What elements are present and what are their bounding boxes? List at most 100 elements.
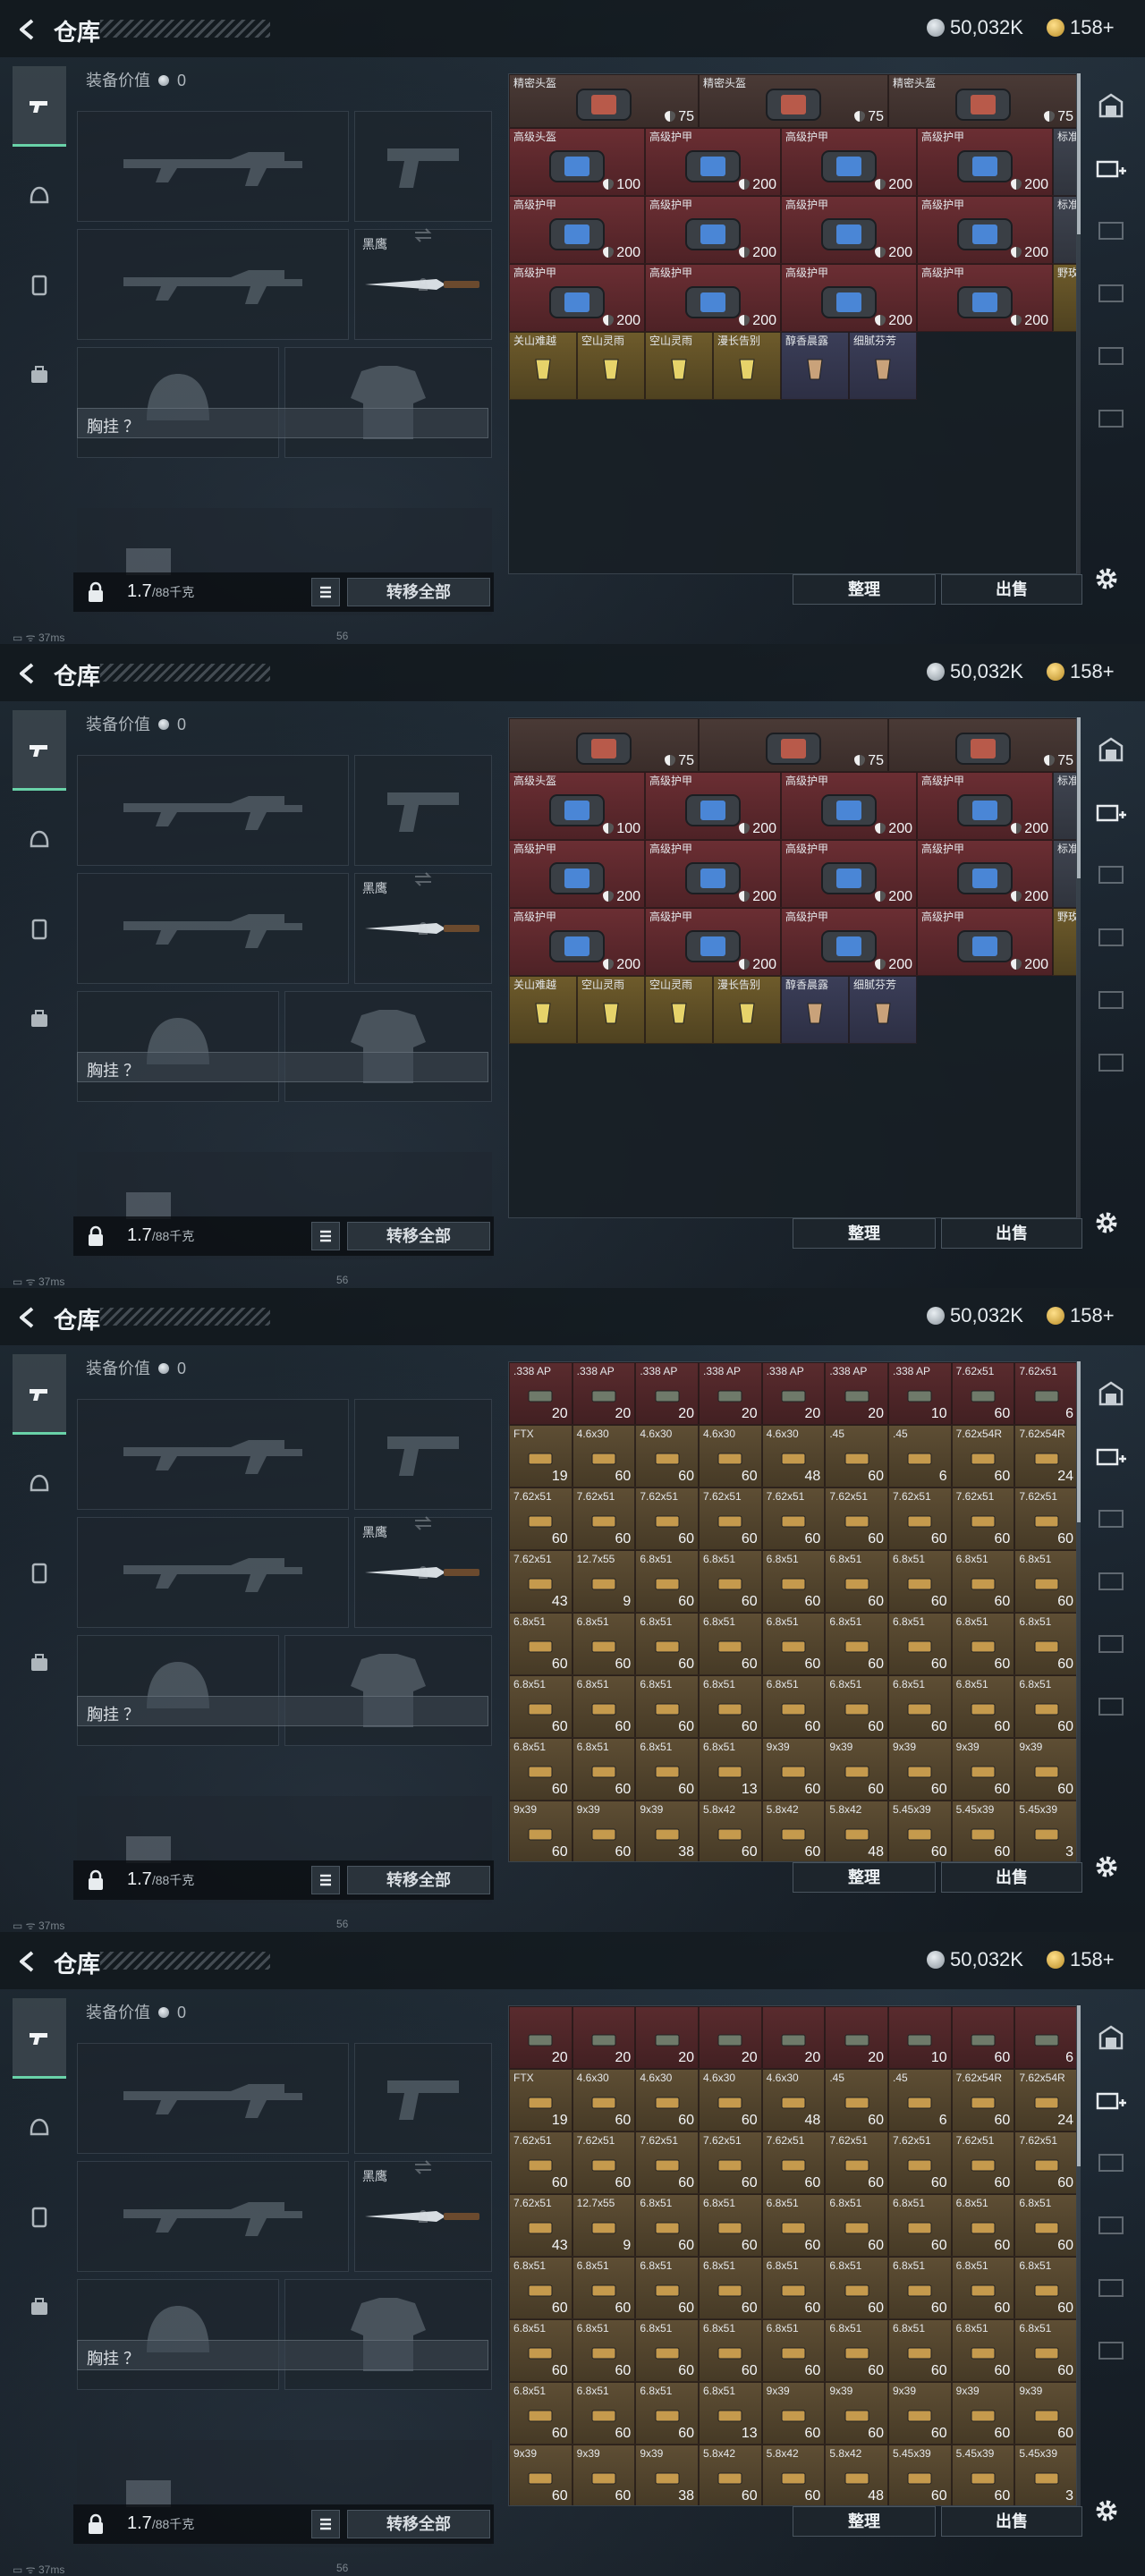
item-cell[interactable]: 6.8x51 60 — [699, 1613, 762, 1675]
item-cell[interactable]: 9x39 60 — [572, 2445, 636, 2505]
item-cell[interactable]: 6.8x51 60 — [951, 1613, 1015, 1675]
item-cell[interactable]: 6.8x51 60 — [572, 2382, 636, 2445]
item-cell[interactable]: 6.8x51 60 — [699, 1675, 762, 1738]
secondary-weapon-slot[interactable] — [354, 2043, 492, 2154]
item-cell[interactable]: 9x39 60 — [825, 2382, 888, 2445]
settings-gear-icon[interactable] — [1093, 565, 1120, 592]
helmet-slot[interactable] — [77, 347, 279, 458]
item-cell[interactable]: 5.8x42 48 — [825, 2445, 888, 2505]
item-cell[interactable]: 6.8x51 60 — [635, 2194, 699, 2257]
tab-supplies[interactable] — [13, 2177, 66, 2258]
item-cell[interactable]: 7.62x54R 24 — [1014, 1425, 1076, 1487]
chest-rig-header[interactable]: 胸挂 ？ — [77, 408, 488, 438]
item-cell[interactable]: 6.8x51 60 — [888, 2194, 952, 2257]
item-cell[interactable]: 6.8x51 60 — [888, 2257, 952, 2319]
tab-main-storage[interactable] — [1086, 2011, 1136, 2064]
item-cell[interactable]: 7.62x51 60 — [635, 1487, 699, 1550]
item-cell[interactable]: 9x39 60 — [761, 1738, 826, 1801]
secondary-weapon-slot[interactable] — [354, 755, 492, 866]
sell-button[interactable]: 出售 — [941, 574, 1082, 605]
tab-weapons[interactable] — [13, 66, 66, 147]
item-cell[interactable]: 7.62x51 60 — [951, 1487, 1015, 1550]
item-cell[interactable]: .45 6 — [888, 1425, 952, 1487]
item-cell[interactable]: 6.8x51 60 — [699, 2319, 762, 2382]
armor-slot[interactable] — [284, 347, 492, 458]
melee-slot[interactable]: 黑鹰 — [354, 2160, 492, 2272]
item-cell[interactable]: 7.62x51 60 — [572, 2131, 636, 2194]
tab-storage-6[interactable] — [1086, 1036, 1136, 1089]
item-cell[interactable]: 6.8x51 60 — [509, 2319, 572, 2382]
tertiary-weapon-slot[interactable] — [77, 873, 349, 984]
item-cell[interactable]: 7.62x51 60 — [888, 2131, 952, 2194]
tab-add-storage[interactable] — [1086, 141, 1136, 195]
tab-storage-5[interactable] — [1086, 1617, 1136, 1671]
item-cell[interactable]: 6.8x51 60 — [761, 1675, 826, 1738]
item-cell[interactable]: 标准头盔50 — [1053, 196, 1076, 264]
chest-rig-header[interactable]: 胸挂 ？ — [77, 2340, 488, 2370]
list-view-button[interactable] — [311, 1222, 340, 1250]
tab-storage-6[interactable] — [1086, 1680, 1136, 1733]
item-cell[interactable]: 高级护甲 200 — [917, 264, 1053, 332]
sort-button[interactable]: 整理 — [793, 1862, 936, 1893]
item-cell[interactable]: 空山灵雨 — [577, 976, 645, 1044]
item-cell[interactable]: 6.8x51 60 — [635, 1738, 699, 1801]
item-cell[interactable]: 6.8x51 60 — [1014, 2319, 1076, 2382]
helmet-slot[interactable] — [77, 991, 279, 1102]
tab-storage-4[interactable] — [1086, 911, 1136, 964]
item-cell[interactable]: 漫长告别 — [713, 976, 781, 1044]
item-cell[interactable]: 空山灵雨 — [577, 332, 645, 400]
item-cell[interactable]: 75 — [888, 718, 1076, 772]
item-cell[interactable]: 高级护甲 200 — [917, 908, 1053, 976]
item-cell[interactable]: .338 AP 20 — [699, 1362, 762, 1425]
inventory-scrollbar[interactable] — [1077, 717, 1081, 1218]
tab-add-storage[interactable] — [1086, 785, 1136, 839]
item-cell[interactable]: 6.8x51 13 — [699, 1738, 762, 1801]
item-cell[interactable]: 7.62x51 60 — [951, 2131, 1015, 2194]
item-cell[interactable]: 高级护甲 200 — [781, 264, 917, 332]
list-view-button[interactable] — [311, 1866, 340, 1894]
item-cell[interactable]: .338 AP 20 — [572, 1362, 636, 1425]
sort-button[interactable]: 整理 — [793, 2506, 936, 2537]
tab-weapons[interactable] — [13, 1998, 66, 2079]
item-cell[interactable]: 20 — [825, 2006, 888, 2069]
item-cell[interactable]: 6.8x51 60 — [509, 2382, 572, 2445]
item-cell[interactable]: 6.8x51 60 — [951, 1550, 1015, 1613]
item-cell[interactable]: 高级头盔 100 — [509, 772, 645, 840]
item-cell[interactable]: 6.8x51 60 — [761, 2194, 826, 2257]
sort-button[interactable]: 整理 — [793, 1218, 936, 1249]
item-cell[interactable]: .338 AP 10 — [888, 1362, 952, 1425]
item-cell[interactable]: 5.8x42 48 — [825, 1801, 888, 1861]
list-view-button[interactable] — [311, 578, 340, 606]
item-cell[interactable]: .338 AP 20 — [761, 1362, 826, 1425]
transfer-all-button[interactable]: 转移全部 — [347, 578, 490, 606]
tab-storage-5[interactable] — [1086, 973, 1136, 1027]
item-cell[interactable]: 9x39 60 — [951, 2382, 1015, 2445]
tab-storage-3[interactable] — [1086, 848, 1136, 902]
item-cell[interactable]: 9x39 60 — [761, 2382, 826, 2445]
tab-storage-3[interactable] — [1086, 2136, 1136, 2190]
item-cell[interactable]: 6.8x51 60 — [635, 2257, 699, 2319]
item-cell[interactable]: 醇香晨露 — [781, 332, 849, 400]
item-cell[interactable]: 6.8x51 60 — [825, 2194, 888, 2257]
swap-icon[interactable] — [413, 2160, 433, 2174]
tab-add-storage[interactable] — [1086, 1429, 1136, 1483]
primary-weapon-slot[interactable] — [77, 2043, 349, 2154]
item-cell[interactable]: 7.62x51 60 — [699, 2131, 762, 2194]
swap-icon[interactable] — [413, 872, 433, 886]
item-cell[interactable]: 6.8x51 60 — [509, 1675, 572, 1738]
item-cell[interactable]: 6.8x51 60 — [825, 1613, 888, 1675]
tab-add-storage[interactable] — [1086, 2073, 1136, 2127]
tab-weapons[interactable] — [13, 710, 66, 791]
helmet-slot[interactable] — [77, 2279, 279, 2390]
item-cell[interactable]: 5.8x42 60 — [761, 1801, 826, 1861]
sell-button[interactable]: 出售 — [941, 1218, 1082, 1249]
secondary-weapon-slot[interactable] — [354, 111, 492, 222]
item-cell[interactable]: 7.62x51 60 — [699, 1487, 762, 1550]
item-cell[interactable]: 9x39 60 — [572, 1801, 636, 1861]
transfer-all-button[interactable]: 转移全部 — [347, 1222, 490, 1250]
back-arrow-icon[interactable] — [16, 662, 39, 685]
item-cell[interactable]: 6.8x51 60 — [1014, 2194, 1076, 2257]
tab-main-storage[interactable] — [1086, 79, 1136, 132]
item-cell[interactable]: 6.8x51 60 — [761, 1550, 826, 1613]
item-cell[interactable]: 6.8x51 60 — [572, 1613, 636, 1675]
